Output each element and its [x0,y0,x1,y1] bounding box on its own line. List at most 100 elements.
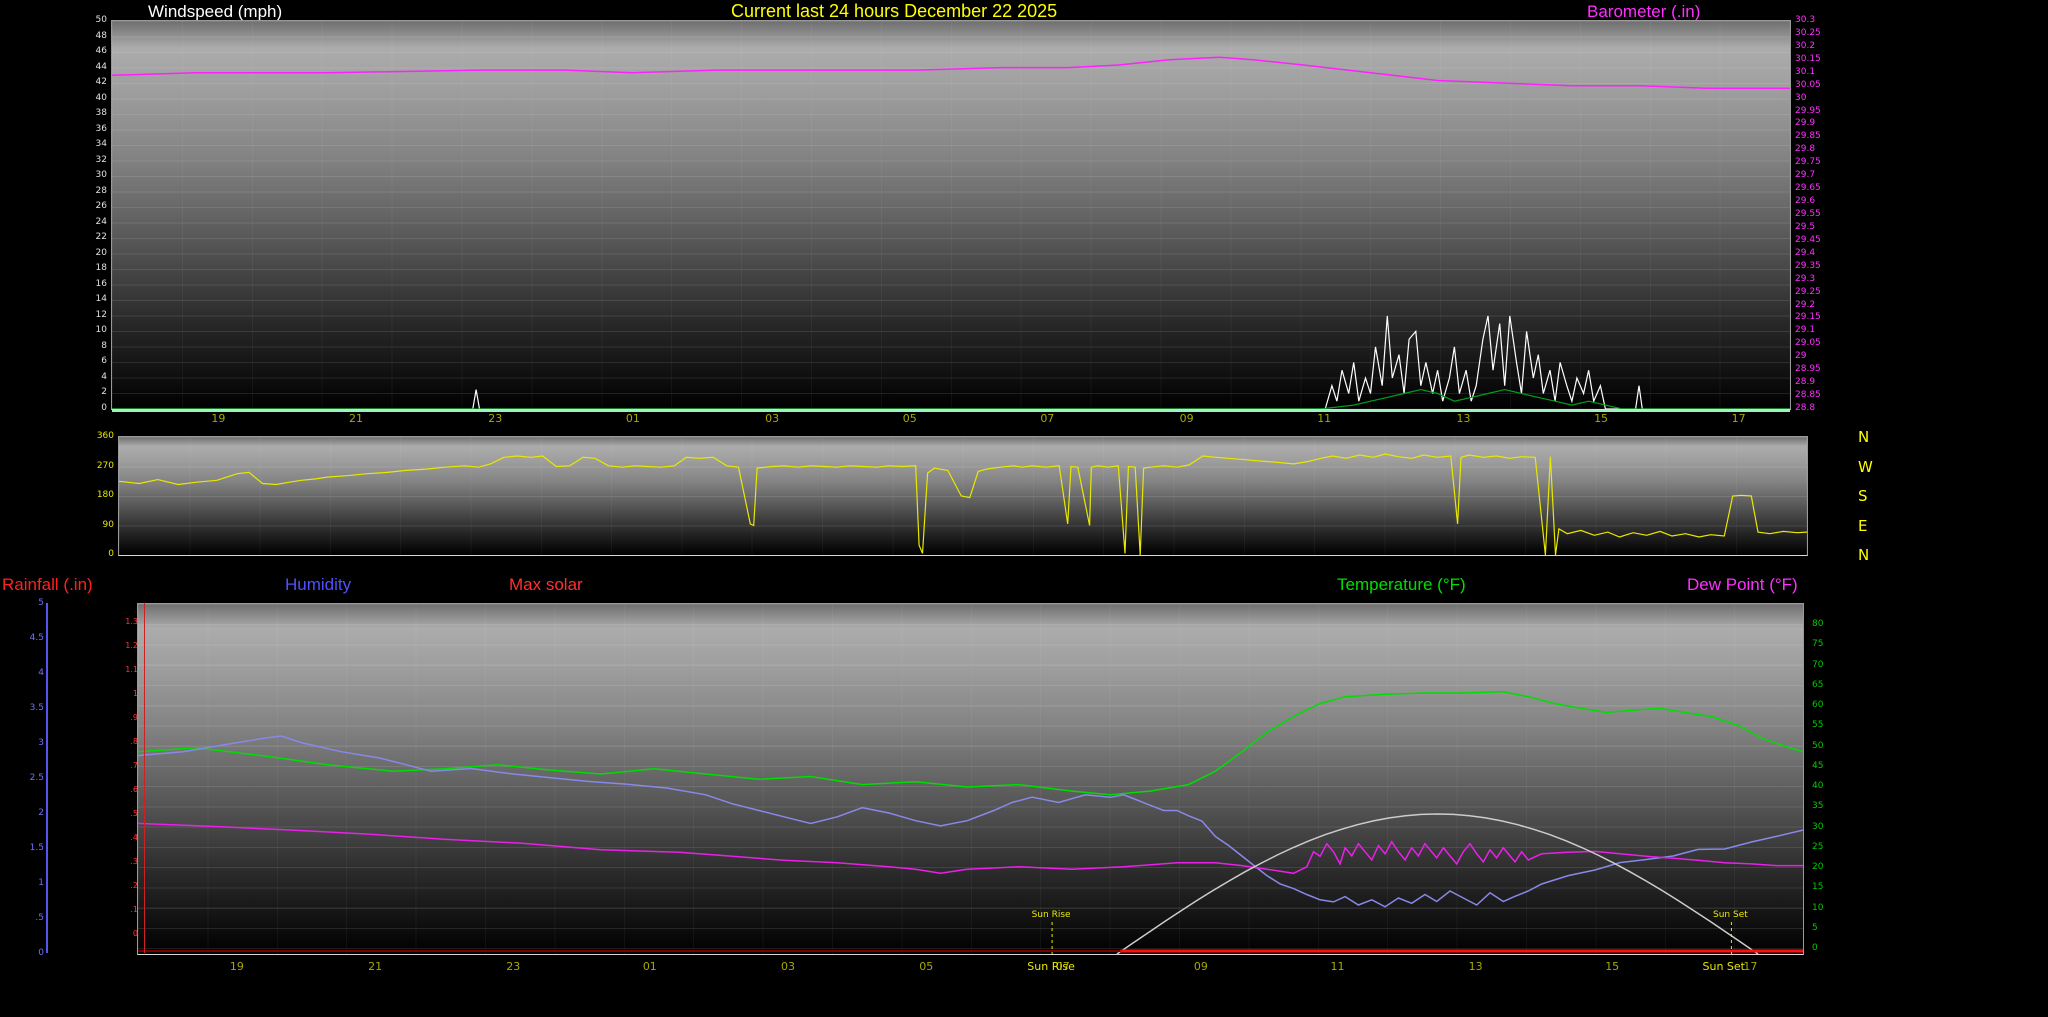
solar-tick-label: .8 [104,737,138,747]
bottom-hour-label: 13 [1454,962,1498,972]
wind-avg-zero-line [112,410,1790,412]
direction-tick-label: 180 [68,490,114,500]
bottom-hour-label: 09 [1179,962,1223,972]
rain-humidity-tick-label: 2 [10,808,44,818]
barometer-tick-label: 28.9 [1795,377,1815,387]
barometer-tick-label: 29.85 [1795,131,1821,141]
barometer-tick-label: 29.5 [1795,222,1815,232]
windspeed-barometer-plot [111,20,1791,410]
chart-title: Current last 24 hours December 22 2025 [731,1,1057,22]
windspeed-tick-label: 42 [61,77,107,87]
windspeed-tick-label: 4 [61,372,107,382]
solar-tick-label: 1.1 [104,665,138,675]
barometer-tick-label: 29.95 [1795,106,1821,116]
rainfall-legend-label: Rainfall (.in) [2,575,93,595]
windspeed-axis-title: Windspeed (mph) [148,2,282,22]
bottom-hour-label: 07 [1041,962,1085,972]
barometer-tick-label: 28.95 [1795,364,1821,374]
barometer-tick-label: 29.3 [1795,274,1815,284]
windspeed-tick-label: 34 [61,139,107,149]
windspeed-tick-label: 48 [61,31,107,41]
barometer-tick-label: 30.3 [1795,15,1815,25]
top-hour-label: 15 [1579,414,1623,424]
rain-humidity-axis-line [46,603,48,953]
barometer-axis-title: Barometer (.in) [1587,2,1700,22]
windspeed-tick-label: 2 [61,387,107,397]
barometer-tick-label: 29.15 [1795,312,1821,322]
solar-tick-label: .1 [104,905,138,915]
barometer-tick-label: 30.15 [1795,54,1821,64]
windspeed-tick-label: 20 [61,248,107,258]
rain-humidity-tick-label: 3.5 [10,703,44,713]
temperature-tick-label: 55 [1812,720,1823,730]
rain-humidity-tick-label: .5 [10,913,44,923]
barometer-tick-label: 29.05 [1795,338,1821,348]
barometer-tick-label: 29.6 [1795,196,1815,206]
windspeed-tick-label: 30 [61,170,107,180]
compass-letter: S [1858,491,1868,501]
windspeed-tick-label: 28 [61,186,107,196]
direction-tick-label: 270 [68,461,114,471]
temperature-legend-label: Temperature (°F) [1337,575,1466,595]
temperature-tick-label: 5 [1812,923,1818,933]
barometer-tick-label: 29.45 [1795,235,1821,245]
rain-humidity-tick-label: 5 [10,598,44,608]
barometer-tick-label: 29.25 [1795,287,1821,297]
solar-tick-label: 0 [104,929,138,939]
temperature-tick-label: 65 [1812,680,1823,690]
temperature-tick-label: 20 [1812,862,1823,872]
solar-tick-label: .5 [104,809,138,819]
barometer-tick-label: 30.1 [1795,67,1815,77]
rain-humidity-tick-label: 1 [10,878,44,888]
windspeed-tick-label: 32 [61,155,107,165]
direction-tick-label: 90 [68,520,114,530]
temperature-tick-label: 70 [1812,660,1823,670]
windspeed-tick-label: 0 [61,403,107,413]
windspeed-tick-label: 38 [61,108,107,118]
direction-tick-label: 360 [68,431,114,441]
temperature-humidity-canvas [138,604,1803,954]
compass-letter: W [1858,462,1873,472]
windspeed-tick-label: 44 [61,62,107,72]
sunset-axis-label: Sun Set [1689,962,1759,972]
windspeed-tick-label: 22 [61,232,107,242]
barometer-tick-label: 29.9 [1795,118,1815,128]
top-hour-label: 05 [888,414,932,424]
direction-tick-label: 0 [68,549,114,559]
barometer-tick-label: 29.7 [1795,170,1815,180]
temperature-tick-label: 35 [1812,801,1823,811]
top-hour-label: 21 [334,414,378,424]
sunrise-axis-label: Sun Rise [1016,962,1086,972]
barometer-tick-label: 30 [1795,93,1806,103]
temperature-tick-label: 75 [1812,639,1823,649]
wind-direction-plot [118,436,1808,556]
barometer-tick-label: 30.25 [1795,28,1821,38]
windspeed-tick-label: 6 [61,356,107,366]
humidity-legend-label: Humidity [285,575,351,595]
temperature-tick-label: 45 [1812,761,1823,771]
top-hour-label: 09 [1165,414,1209,424]
barometer-tick-label: 28.85 [1795,390,1821,400]
temperature-tick-label: 10 [1812,903,1823,913]
windspeed-tick-label: 24 [61,217,107,227]
windspeed-tick-label: 14 [61,294,107,304]
top-hour-label: 17 [1717,414,1761,424]
barometer-tick-label: 29.8 [1795,144,1815,154]
windspeed-tick-label: 46 [61,46,107,56]
windspeed-tick-label: 50 [61,15,107,25]
solar-tick-label: .2 [104,881,138,891]
top-hour-label: 01 [611,414,655,424]
bottom-hour-label: 23 [491,962,535,972]
solar-tick-label: .9 [104,713,138,723]
barometer-tick-label: 29.35 [1795,261,1821,271]
solar-tick-label: .6 [104,785,138,795]
temperature-tick-label: 0 [1812,943,1818,953]
rain-humidity-tick-label: 4.5 [10,633,44,643]
windspeed-tick-label: 18 [61,263,107,273]
windspeed-tick-label: 26 [61,201,107,211]
temperature-tick-label: 15 [1812,882,1823,892]
bottom-hour-label: 05 [904,962,948,972]
barometer-tick-label: 28.8 [1795,403,1815,413]
compass-letter: E [1858,521,1867,531]
barometer-tick-label: 29.75 [1795,157,1821,167]
